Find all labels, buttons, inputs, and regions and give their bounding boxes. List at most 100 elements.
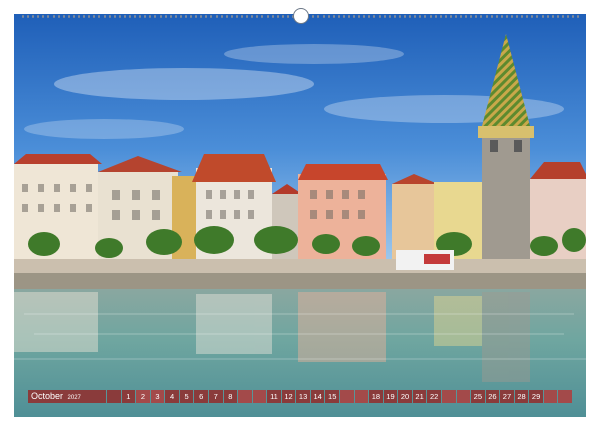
binding-loop (78, 14, 81, 18)
binding-loop (179, 14, 182, 18)
day-cell: 29 (529, 390, 543, 403)
day-cell (238, 390, 252, 403)
binding-loop (485, 14, 488, 18)
binding-loop (393, 14, 396, 18)
binding-loop (577, 14, 580, 18)
binding-loop (286, 14, 289, 18)
binding-loop (404, 14, 407, 18)
binding-loop (47, 14, 50, 18)
binding-loop (327, 14, 330, 18)
binding-loop (434, 14, 437, 18)
day-cell: 28 (514, 390, 529, 403)
harbour-photo (14, 14, 586, 417)
binding-loop (144, 14, 147, 18)
binding-loop (444, 14, 447, 18)
binding-loop (536, 14, 539, 18)
binding-loop (383, 14, 386, 18)
binding-loop (388, 14, 391, 18)
binding-loop (149, 14, 152, 18)
binding-loop (353, 14, 356, 18)
binding-loop (419, 14, 422, 18)
binding-loop (190, 14, 193, 18)
binding-loop (169, 14, 172, 18)
binding-loop (164, 14, 167, 18)
binding-loop (505, 14, 508, 18)
binding-loop (251, 14, 254, 18)
binding-loop (205, 14, 208, 18)
binding-loop (108, 14, 111, 18)
day-cell (252, 390, 267, 403)
binding-loop (159, 14, 162, 18)
binding-loop (220, 14, 223, 18)
day-cell: 1 (121, 390, 136, 403)
binding-loop (185, 14, 187, 18)
day-cell: 6 (194, 390, 208, 403)
binding-loop (358, 14, 361, 18)
day-cell: 13 (296, 390, 310, 403)
binding-loop (312, 14, 315, 18)
day-cell: 3 (150, 390, 165, 403)
day-cell: 15 (325, 390, 339, 403)
binding-loop (134, 14, 137, 18)
binding-loop (572, 14, 575, 18)
binding-loop (363, 14, 366, 18)
binding-loop (546, 14, 549, 18)
binding-loop (398, 14, 401, 18)
binding-loop (495, 14, 498, 18)
binding-loop (230, 14, 233, 18)
binding-loop (88, 14, 91, 18)
day-cell: 21 (412, 390, 427, 403)
binding-loop (72, 14, 75, 18)
binding-loop (42, 14, 45, 18)
day-cell: 8 (223, 390, 238, 403)
binding-loop (465, 14, 468, 18)
binding-loop (67, 14, 70, 18)
day-cell (107, 390, 121, 403)
binding-loop (123, 14, 126, 18)
binding-loop (541, 14, 544, 18)
binding-loop (210, 14, 213, 18)
binding-loop (424, 14, 427, 18)
binding-loop (37, 14, 40, 18)
day-cell: 25 (471, 390, 485, 403)
binding-loop (439, 14, 442, 18)
day-cell: 5 (179, 390, 194, 403)
binding-loop (281, 14, 284, 18)
binding-loop (500, 14, 503, 18)
binding-loop (531, 14, 534, 18)
binding-loop (261, 14, 264, 18)
binding-loop (317, 14, 320, 18)
binding-loop (276, 14, 279, 18)
day-cell: 12 (281, 390, 296, 403)
binding-loop (567, 14, 570, 18)
day-cell: 26 (485, 390, 500, 403)
binding-loop (556, 14, 559, 18)
binding-loop (57, 14, 60, 18)
day-cell: 14 (310, 390, 325, 403)
binding-loop (511, 14, 513, 18)
binding-loop (526, 14, 529, 18)
binding-loop (98, 14, 101, 18)
day-cell: 11 (267, 390, 281, 403)
binding-loop (266, 14, 269, 18)
binding-loop (174, 14, 177, 18)
binding-loop (337, 14, 340, 18)
day-cell: 18 (369, 390, 383, 403)
day-cell (354, 390, 369, 403)
binding-loop (83, 14, 86, 18)
day-cell (558, 390, 572, 403)
binding-loop (368, 14, 371, 18)
binding-loop (52, 14, 55, 18)
binding-loop (348, 14, 350, 18)
binding-loop (235, 14, 238, 18)
binding-loop (154, 14, 157, 18)
binding-loop (449, 14, 452, 18)
binding-loop (373, 14, 376, 18)
year-label: 2027 (67, 395, 81, 401)
binding-loop (246, 14, 249, 18)
binding-loop (551, 14, 554, 18)
day-cell: 2 (136, 390, 150, 403)
binding-loop (200, 14, 203, 18)
calendar-strip: October 2027 1 2 3 4 5 6 7 8 11 12 13 14 15 18 19 20 21 2… (28, 390, 572, 403)
binding-loop (409, 14, 412, 18)
